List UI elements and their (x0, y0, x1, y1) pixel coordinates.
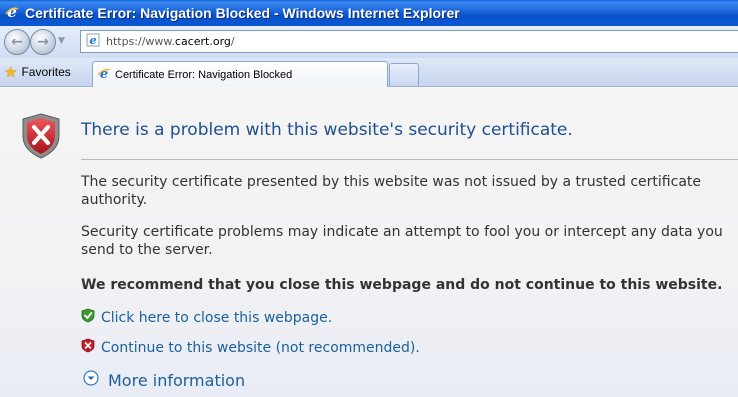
tab-label: Certificate Error: Navigation Blocked (115, 68, 293, 81)
more-information-toggle[interactable]: More information (83, 370, 245, 390)
recent-pages-dropdown-icon[interactable]: ▼ (58, 36, 65, 46)
star-icon: ★ (4, 64, 18, 81)
address-url-domain: cacert.org (174, 35, 231, 48)
back-arrow-icon: ← (11, 34, 23, 50)
address-url[interactable]: https://www.cacert.org/ (106, 35, 235, 48)
tab-certificate-error[interactable]: e Certificate Error: Navigation Blocked (92, 61, 388, 87)
navigation-bar: ← → ▼ e https://www.cacert.org/ (0, 26, 738, 59)
address-url-suffix: / (230, 35, 235, 48)
address-url-prefix: https://www. (106, 35, 175, 48)
page-content: There is a problem with this website's s… (0, 87, 738, 397)
new-tab-button[interactable] (389, 63, 419, 86)
window-title: Certificate Error: Navigation Blocked - … (25, 5, 460, 21)
ie-page-icon: e (86, 32, 100, 51)
address-bar[interactable]: e https://www.cacert.org/ (80, 30, 738, 53)
continue-to-website-link[interactable]: Continue to this website (not recommende… (81, 338, 420, 357)
security-warning-description: Security certificate problems may indica… (81, 224, 723, 258)
forward-arrow-icon: → (37, 34, 49, 50)
tab-bar: ★ Favorites e Certificate Error: Navigat… (0, 58, 738, 87)
recommendation-text: We recommend that you close this webpage… (81, 277, 723, 293)
more-information-label[interactable]: More information (108, 371, 245, 390)
page-title: There is a problem with this website's s… (81, 120, 573, 140)
ie-logo-icon: e (4, 3, 20, 23)
certificate-issue-description: The security certificate presented by th… (81, 174, 701, 208)
window-titlebar: e Certificate Error: Navigation Blocked … (0, 0, 738, 26)
back-button[interactable]: ← (4, 29, 30, 55)
close-webpage-link-text[interactable]: Click here to close this webpage. (101, 310, 332, 326)
favorites-label: Favorites (21, 65, 71, 79)
ie-page-icon: e (97, 66, 111, 83)
green-shield-check-icon (81, 308, 95, 327)
divider (81, 159, 738, 160)
chevron-down-circle-icon (83, 370, 99, 390)
close-webpage-link[interactable]: Click here to close this webpage. (81, 308, 332, 327)
continue-link-text[interactable]: Continue to this website (not recommende… (101, 340, 420, 356)
favorites-button[interactable]: ★ Favorites (4, 62, 71, 82)
red-shield-x-icon (81, 338, 95, 357)
svg-text:e: e (90, 34, 97, 47)
forward-button[interactable]: → (30, 29, 56, 55)
red-shield-x-icon (20, 112, 62, 164)
